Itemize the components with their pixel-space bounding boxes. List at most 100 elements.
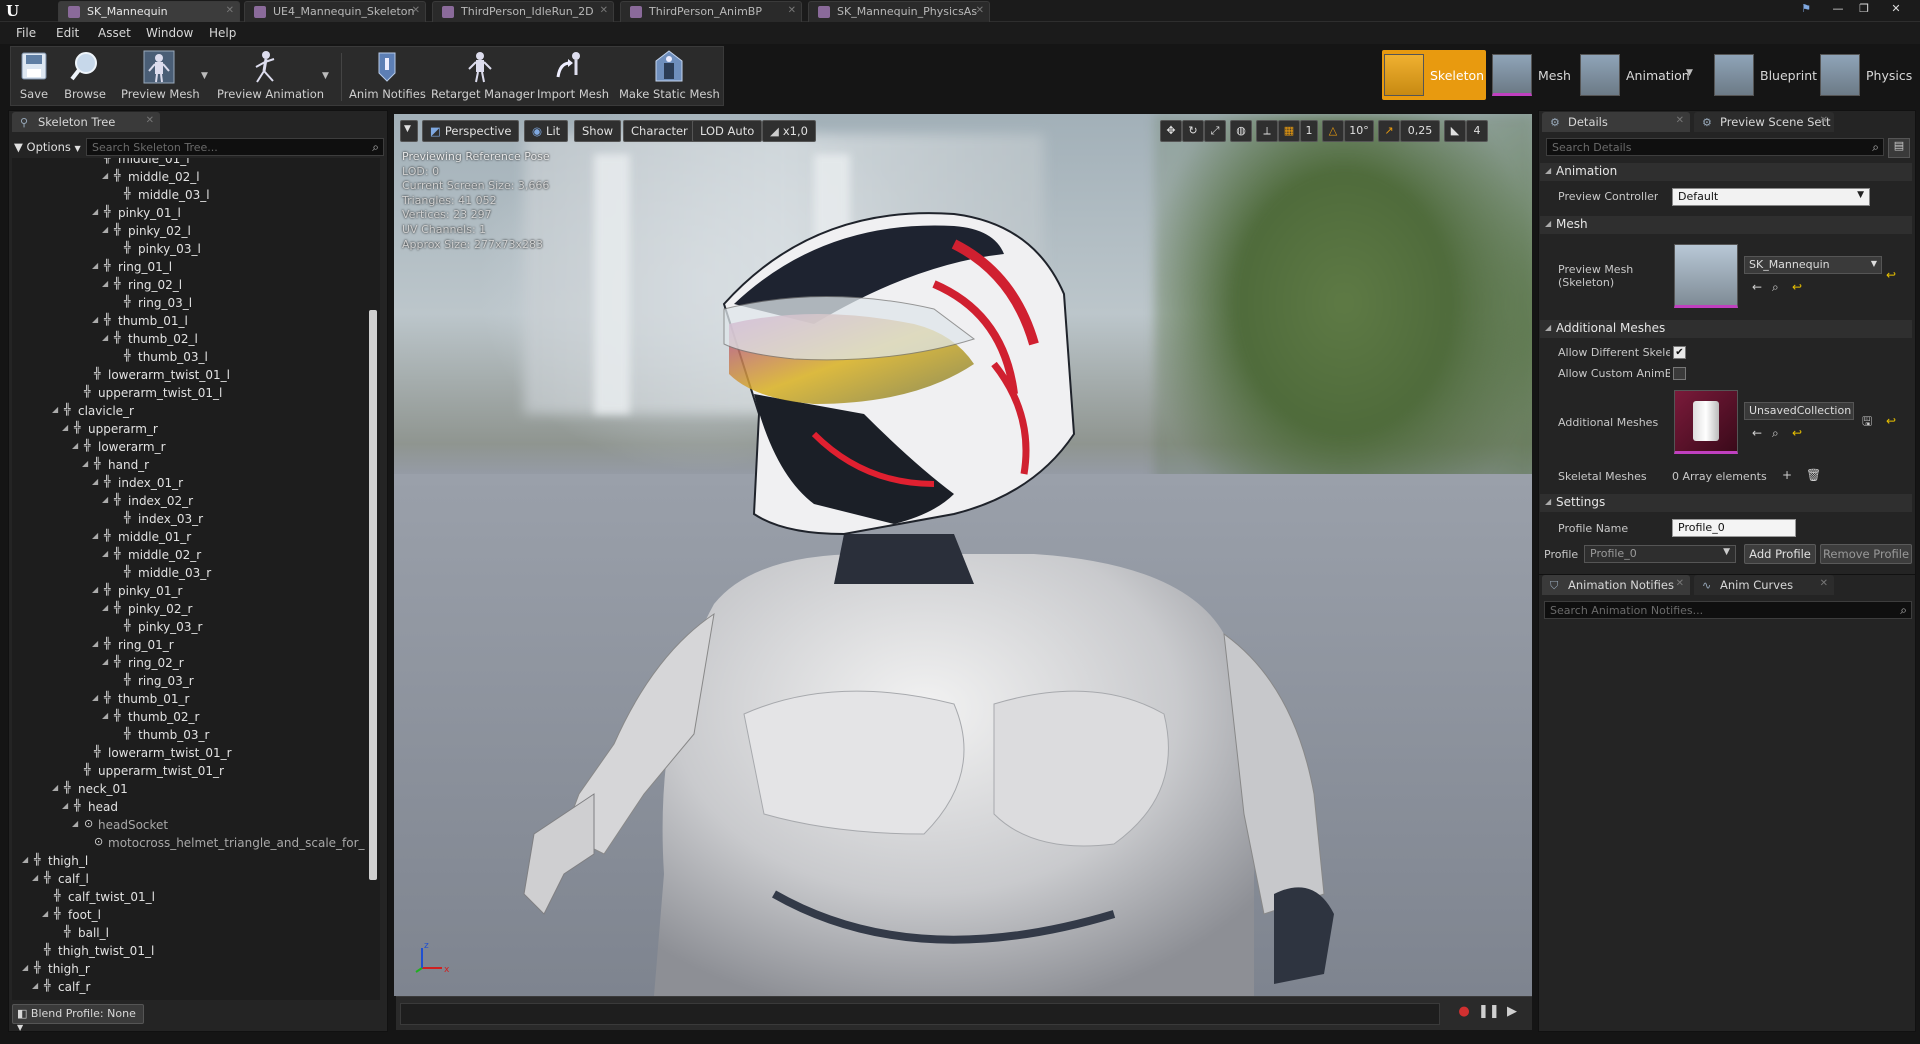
- grid-snap-icon[interactable]: ▦: [1278, 120, 1300, 142]
- reset-default-icon[interactable]: ↩: [1886, 414, 1896, 428]
- camera-speed-value[interactable]: 4: [1466, 120, 1488, 142]
- expand-arrow-icon[interactable]: ◢: [92, 261, 98, 270]
- pause-button[interactable]: ❚❚: [1478, 1004, 1500, 1024]
- expand-arrow-icon[interactable]: ◢: [52, 783, 58, 792]
- additional-meshes-section-header[interactable]: ◢ Additional Meshes: [1540, 320, 1912, 338]
- character-button[interactable]: Character: [623, 120, 696, 142]
- bone-row[interactable]: ◢ ╬ clavicle_r: [12, 403, 367, 421]
- expand-arrow-icon[interactable]: ◢: [22, 963, 28, 972]
- additional-meshes-dropdown[interactable]: UnsavedCollection: [1744, 402, 1854, 420]
- expand-arrow-icon[interactable]: ◢: [92, 207, 98, 216]
- document-tab[interactable]: SK_Mannequin_PhysicsAs ✕: [808, 1, 990, 22]
- bone-row[interactable]: ╬ thigh_twist_01_l: [12, 943, 367, 961]
- preview-mesh-button[interactable]: Preview Mesh: [121, 49, 200, 105]
- step-forward-button[interactable]: ▶: [1502, 1004, 1522, 1024]
- restore-button[interactable]: ❐: [1856, 2, 1872, 16]
- expand-arrow-icon[interactable]: ◢: [102, 657, 108, 666]
- retarget-manager-button[interactable]: Retarget Manager: [431, 49, 535, 105]
- menu-window[interactable]: Window: [146, 26, 193, 40]
- bone-row[interactable]: ◢ ╬ thumb_01_l: [12, 313, 367, 331]
- lod-button[interactable]: LOD Auto: [692, 120, 763, 142]
- tab-anim-curves[interactable]: ∿ Anim Curves ✕: [1694, 575, 1834, 595]
- rotation-snap-icon[interactable]: △: [1322, 120, 1344, 142]
- browse-asset-icon[interactable]: ⌕: [1772, 280, 1779, 295]
- bone-row[interactable]: ╬ thumb_03_l: [12, 349, 367, 367]
- viewport-options-button[interactable]: ▼: [400, 120, 418, 142]
- menu-help[interactable]: Help: [209, 26, 236, 40]
- expand-arrow-icon[interactable]: ◢: [32, 981, 38, 990]
- bone-row[interactable]: ◢ ╬ lowerarm_r: [12, 439, 367, 457]
- bone-row[interactable]: ◢ ╬ neck_01: [12, 781, 367, 799]
- close-tab-icon[interactable]: ✕: [788, 5, 796, 16]
- bone-row[interactable]: ╬ lowerarm_twist_01_r: [12, 745, 367, 763]
- feedback-icon[interactable]: ⚑: [1798, 2, 1814, 16]
- bone-row[interactable]: ◢ ╬ thigh_l: [12, 853, 367, 871]
- document-tab[interactable]: SK_Mannequin ✕: [58, 1, 240, 22]
- scale-mode-icon[interactable]: ⤢: [1204, 120, 1226, 142]
- tab-preview-scene-settings[interactable]: ⚙ Preview Scene Sett ✕: [1694, 112, 1834, 132]
- expand-arrow-icon[interactable]: ◢: [62, 423, 68, 432]
- menu-edit[interactable]: Edit: [56, 26, 79, 40]
- preview-mesh-dropdown[interactable]: SK_Mannequin ▼: [1744, 256, 1882, 274]
- expand-arrow-icon[interactable]: ◢: [72, 819, 78, 828]
- remove-profile-button[interactable]: Remove Profile: [1820, 544, 1912, 564]
- expand-arrow-icon[interactable]: ◢: [62, 801, 68, 810]
- bone-row[interactable]: ◢ ╬ calf_r: [12, 979, 367, 997]
- allow-different-skeletons-checkbox[interactable]: ✔: [1673, 346, 1686, 359]
- translate-mode-icon[interactable]: ✥: [1160, 120, 1182, 142]
- settings-section-header[interactable]: ◢ Settings: [1540, 494, 1912, 512]
- perspective-button[interactable]: ◩ Perspective: [422, 120, 520, 142]
- expand-arrow-icon[interactable]: ◢: [92, 315, 98, 324]
- bone-row[interactable]: ╬ middle_03_l: [12, 187, 367, 205]
- rotate-mode-icon[interactable]: ↻: [1182, 120, 1204, 142]
- preview-mesh-dropdown-icon[interactable]: ▼: [201, 71, 208, 81]
- expand-arrow-icon[interactable]: ◢: [92, 585, 98, 594]
- bone-row[interactable]: ╬ ring_03_r: [12, 673, 367, 691]
- bone-row[interactable]: ╬ index_03_r: [12, 511, 367, 529]
- tab-skeleton-tree[interactable]: ⚲ Skeleton Tree ✕: [12, 112, 160, 132]
- close-window-button[interactable]: ✕: [1888, 2, 1904, 16]
- close-tab-icon[interactable]: ✕: [226, 5, 234, 16]
- bone-row[interactable]: ◢ ╬ middle_02_r: [12, 547, 367, 565]
- bone-row[interactable]: ╬ upperarm_twist_01_r: [12, 763, 367, 781]
- bone-row[interactable]: ◢ ╬ ring_01_l: [12, 259, 367, 277]
- browse-asset-icon[interactable]: ⌕: [1772, 426, 1779, 441]
- camera-speed-icon[interactable]: ◣: [1444, 120, 1466, 142]
- world-local-icon[interactable]: ◍: [1230, 120, 1252, 142]
- reset-default-icon[interactable]: ↩: [1886, 268, 1896, 282]
- expand-arrow-icon[interactable]: ◢: [102, 549, 108, 558]
- preview-animation-dropdown-icon[interactable]: ▼: [322, 71, 329, 81]
- bone-row[interactable]: ◢ ╬ ring_01_r: [12, 637, 367, 655]
- expand-arrow-icon[interactable]: ◢: [102, 279, 108, 288]
- bone-row[interactable]: ◢ ╬ thigh_r: [12, 961, 367, 979]
- close-tab-icon[interactable]: ✕: [976, 5, 984, 16]
- mode-blueprint[interactable]: Blueprint: [1712, 50, 1817, 100]
- preview-animation-button[interactable]: Preview Animation: [217, 49, 324, 105]
- expand-arrow-icon[interactable]: ◢: [42, 909, 48, 918]
- skeleton-search-input[interactable]: Search Skeleton Tree... ⌕: [86, 138, 384, 156]
- close-tab-icon[interactable]: ✕: [1820, 115, 1828, 126]
- bone-row[interactable]: ╬ pinky_03_l: [12, 241, 367, 259]
- notifies-search-input[interactable]: Search Animation Notifies... ⌕: [1544, 601, 1912, 619]
- bone-row[interactable]: ◢ ╬ thumb_02_l: [12, 331, 367, 349]
- mode-skeleton[interactable]: Skeleton: [1382, 50, 1486, 100]
- mode-mesh[interactable]: Mesh: [1490, 50, 1571, 100]
- bone-row[interactable]: ◢ ╬ hand_r: [12, 457, 367, 475]
- document-tab[interactable]: ThirdPerson_IdleRun_2D ✕: [432, 1, 614, 22]
- bone-row[interactable]: ◢ ╬ pinky_02_r: [12, 601, 367, 619]
- mode-physics[interactable]: Physics: [1818, 50, 1918, 100]
- expand-arrow-icon[interactable]: ◢: [102, 171, 108, 180]
- view-options-icon[interactable]: ▤: [1888, 138, 1910, 158]
- save-button[interactable]: Save: [15, 49, 53, 105]
- scale-snap-value[interactable]: 0,25: [1400, 120, 1440, 142]
- expand-arrow-icon[interactable]: ◢: [92, 477, 98, 486]
- bone-row[interactable]: ◢ ╬ ring_02_r: [12, 655, 367, 673]
- bone-row[interactable]: ◢ ╬ index_02_r: [12, 493, 367, 511]
- expand-arrow-icon[interactable]: ◢: [32, 873, 38, 882]
- bone-row[interactable]: ◢ ╬ pinky_01_r: [12, 583, 367, 601]
- bone-row[interactable]: ◢ ╬ middle_02_l: [12, 169, 367, 187]
- bone-row[interactable]: ╬ middle_01_l: [12, 158, 367, 169]
- bone-row[interactable]: ◢ ╬ head: [12, 799, 367, 817]
- bone-row[interactable]: ⊙ motocross_helmet_triangle_and_scale_for…: [12, 835, 367, 853]
- browse-button[interactable]: Browse: [63, 49, 107, 105]
